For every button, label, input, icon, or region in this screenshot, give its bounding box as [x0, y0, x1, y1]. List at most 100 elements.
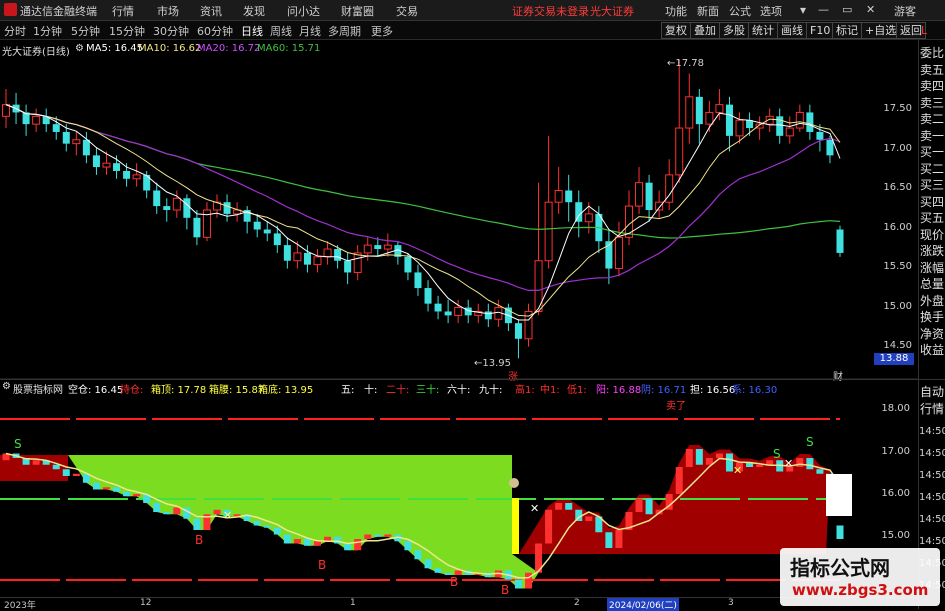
- period-monthly[interactable]: 月线: [299, 23, 321, 39]
- indicator-candle: [414, 550, 422, 560]
- user-guest[interactable]: 游客: [894, 3, 916, 19]
- minimize-icon[interactable]: —: [818, 3, 829, 16]
- candle-body: [72, 139, 81, 145]
- signal-s-1: S: [14, 437, 22, 451]
- side-item-1[interactable]: 卖五: [919, 62, 945, 79]
- side-item-13[interactable]: 涨幅: [919, 260, 945, 277]
- side-item-2[interactable]: 卖四: [919, 78, 945, 95]
- side-item-17[interactable]: 净资: [919, 326, 945, 343]
- candle-body: [2, 104, 10, 117]
- login-notice[interactable]: 证券交易未登录: [512, 3, 589, 19]
- indicator-settings-icon[interactable]: ⚙: [2, 381, 11, 392]
- candle-body: [806, 112, 814, 132]
- side-item-5[interactable]: 卖一: [919, 128, 945, 145]
- indicator-candle: [283, 534, 291, 544]
- period-weekly[interactable]: 周线: [270, 23, 292, 39]
- menu-shichang[interactable]: 市场: [157, 3, 179, 19]
- ind-time-2: 14:50: [919, 448, 945, 459]
- indicator-candle: [715, 453, 723, 458]
- indicator-candle: [52, 464, 60, 470]
- kline-chart[interactable]: [0, 40, 918, 380]
- side-item-0[interactable]: 委比: [919, 45, 945, 62]
- side-item-16[interactable]: 换手: [919, 309, 945, 326]
- indicator-candle: [645, 498, 653, 515]
- candle-body: [223, 202, 231, 214]
- candle-body: [344, 260, 352, 273]
- menu-caifuquan[interactable]: 财富圈: [341, 3, 374, 19]
- menu-hangqing[interactable]: 行情: [112, 3, 134, 19]
- candle-body: [153, 190, 161, 207]
- money-bag-icon: [509, 478, 519, 488]
- side-item-6[interactable]: 买一: [919, 144, 945, 161]
- indicator-candle: [253, 521, 261, 526]
- candle-body: [293, 252, 302, 262]
- period-multi[interactable]: 多周期: [328, 23, 361, 39]
- menu-xuanxiang[interactable]: 选项: [760, 3, 782, 19]
- menu-gongshi[interactable]: 公式: [729, 3, 751, 19]
- period-5min[interactable]: 5分钟: [71, 23, 100, 39]
- panel-letter-l[interactable]: L: [921, 24, 927, 37]
- candle-body: [565, 190, 573, 203]
- close-icon[interactable]: ✕: [866, 3, 875, 16]
- side-item-11[interactable]: 现价: [919, 227, 945, 244]
- btn-add-favorite[interactable]: +自选: [861, 22, 901, 39]
- menu-gongneng[interactable]: 功能: [665, 3, 687, 19]
- period-fenshi[interactable]: 分时: [4, 23, 26, 39]
- indicator-candle: [565, 503, 573, 510]
- candle-body: [484, 311, 492, 320]
- btn-duogu[interactable]: 多股: [719, 22, 749, 39]
- btn-huaxian[interactable]: 画线: [777, 22, 807, 39]
- side-item-7[interactable]: 买二: [919, 161, 945, 178]
- menu-zixun[interactable]: 资讯: [200, 3, 222, 19]
- side-item-10[interactable]: 买五: [919, 210, 945, 227]
- signal-b-3: B: [450, 575, 458, 589]
- candle-body: [454, 307, 463, 316]
- candle-group: [2, 59, 844, 359]
- indicator-candle: [816, 469, 824, 474]
- indicator-candle: [424, 559, 432, 569]
- signal-x-1: ✕: [223, 509, 232, 522]
- menu-more-icon[interactable]: ▾: [800, 3, 806, 17]
- side-item-15[interactable]: 外盘: [919, 293, 945, 310]
- ind-side-hangqing[interactable]: 行情: [919, 403, 945, 416]
- ind-axis-18: 18.00: [881, 403, 910, 414]
- signal-b-1: B: [195, 533, 203, 547]
- time-label-2: 2: [574, 598, 580, 608]
- candle-body: [645, 182, 653, 210]
- btn-diejia[interactable]: 叠加: [690, 22, 720, 39]
- side-item-14[interactable]: 总量: [919, 276, 945, 293]
- period-30min[interactable]: 30分钟: [153, 23, 189, 39]
- side-item-9[interactable]: 买四: [919, 194, 945, 211]
- period-more[interactable]: 更多: [371, 23, 393, 39]
- candle-body: [102, 162, 111, 168]
- side-item-3[interactable]: 卖三: [919, 95, 945, 112]
- indicator-candle: [263, 525, 271, 528]
- period-1min[interactable]: 1分钟: [33, 23, 62, 39]
- side-item-4[interactable]: 卖二: [919, 111, 945, 128]
- signal-b-4: B: [501, 583, 509, 597]
- side-item-12[interactable]: 涨跌: [919, 243, 945, 260]
- side-item-8[interactable]: 买三: [919, 177, 945, 194]
- candle-body: [705, 111, 714, 125]
- white-box: [826, 474, 852, 516]
- btn-biaoji[interactable]: 标记: [832, 22, 862, 39]
- restore-icon[interactable]: ▭: [842, 3, 852, 16]
- candle-body: [554, 189, 563, 203]
- btn-f10[interactable]: F10: [806, 22, 835, 39]
- ind-side-auto[interactable]: 自动: [919, 386, 945, 399]
- candle-body: [313, 256, 322, 266]
- menu-jiaoyi[interactable]: 交易: [396, 3, 418, 19]
- indicator-candle: [92, 482, 100, 490]
- period-60min[interactable]: 60分钟: [197, 23, 233, 39]
- period-15min[interactable]: 15分钟: [109, 23, 145, 39]
- period-daily[interactable]: 日线: [241, 23, 263, 39]
- btn-fuquan[interactable]: 复权: [661, 22, 691, 39]
- menu-faxian[interactable]: 发现: [243, 3, 265, 19]
- candle-body: [363, 244, 372, 254]
- side-item-18[interactable]: 收益: [919, 342, 945, 359]
- candle-body: [635, 182, 644, 207]
- menu-wenxiaoda[interactable]: 问小达: [287, 3, 320, 19]
- indicator-candle: [525, 572, 533, 589]
- menu-xinmian[interactable]: 新面: [697, 3, 719, 19]
- btn-tongji[interactable]: 统计: [748, 22, 778, 39]
